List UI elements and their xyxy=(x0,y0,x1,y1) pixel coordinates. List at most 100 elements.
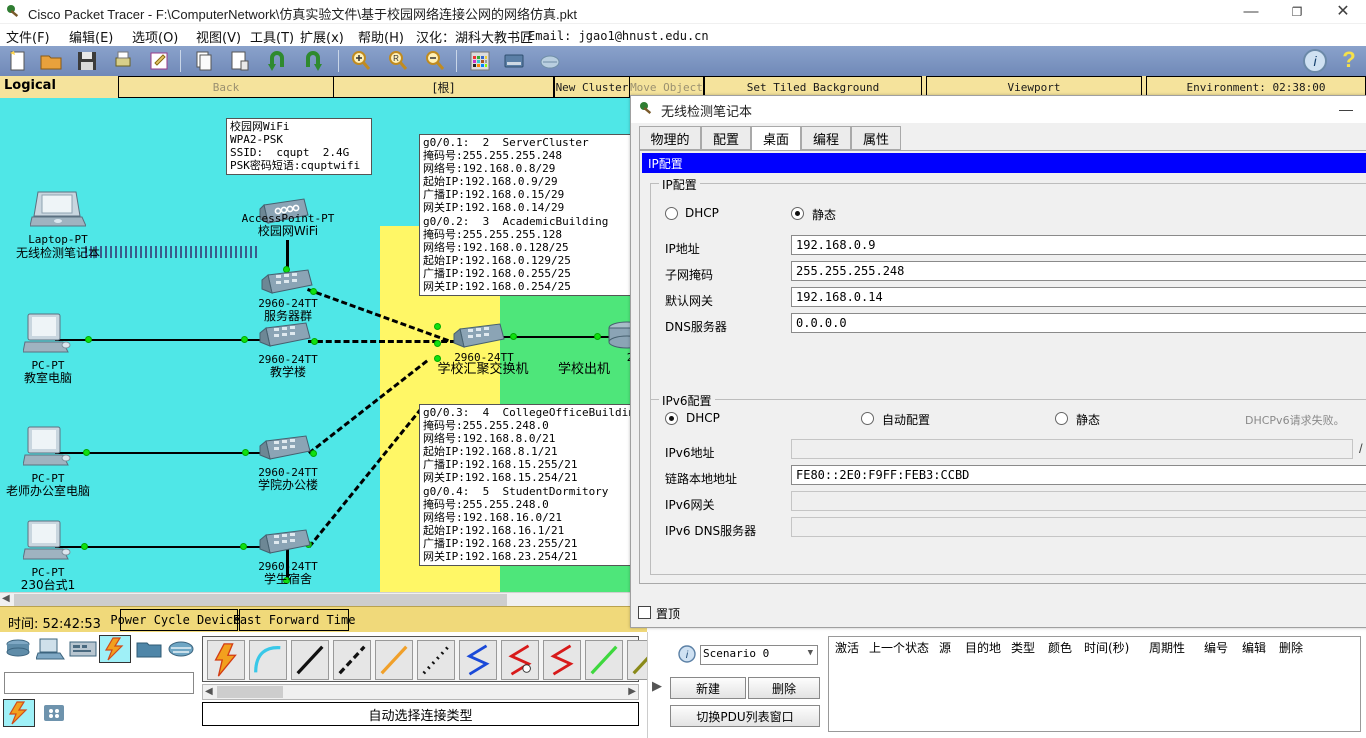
edit-note-icon[interactable] xyxy=(147,49,171,73)
pc-teacher-office[interactable] xyxy=(23,425,71,471)
help-icon[interactable]: ? xyxy=(1338,49,1360,73)
info-icon[interactable]: i xyxy=(1302,48,1328,74)
new-cluster-button[interactable]: New Cluster xyxy=(554,76,630,98)
open-folder-icon[interactable] xyxy=(39,49,63,73)
scroll-left-arrow-icon[interactable]: ◀ xyxy=(205,686,213,697)
menu-item-file[interactable]: 文件(F) xyxy=(6,27,50,46)
menu-item-edit[interactable]: 编辑(E) xyxy=(69,27,113,46)
dialog-minimize-button[interactable]: — xyxy=(1331,98,1361,120)
connections-grid-icon[interactable] xyxy=(42,702,66,724)
ip-address-label: IP地址 xyxy=(665,242,700,256)
logical-canvas[interactable]: Laptop-PT 无线检测笔记本 AccessPoint-PT 校园网WiFi… xyxy=(0,98,633,592)
paste-icon[interactable] xyxy=(228,49,252,73)
switch-college-office[interactable] xyxy=(258,435,312,465)
scroll-thumb[interactable] xyxy=(14,594,507,606)
delete-scenario-button[interactable]: 删除 xyxy=(748,677,820,699)
zoom-in-icon[interactable] xyxy=(349,49,373,73)
ipv6-static-radio[interactable] xyxy=(1055,412,1068,425)
power-cycle-devices-button[interactable]: Power Cycle Devices xyxy=(110,609,248,631)
custom-device-icon[interactable] xyxy=(502,49,526,73)
dns-server-input[interactable]: 0.0.0.0 xyxy=(791,313,1366,333)
copy-icon[interactable] xyxy=(192,49,216,73)
pc-dorm-230[interactable] xyxy=(23,519,71,565)
scroll-left-arrow-icon[interactable]: ◀ xyxy=(2,593,10,604)
zoom-reset-icon[interactable]: R xyxy=(386,49,410,73)
switch-academic-building[interactable] xyxy=(258,322,312,352)
ipv4-static-radio[interactable] xyxy=(791,207,804,220)
toggle-pdu-list-button[interactable]: 切换PDU列表窗口 xyxy=(670,705,820,727)
link-local-address-input[interactable]: FE80::2E0:F9FF:FEB3:CCBD xyxy=(791,465,1366,485)
phone-icon[interactable] xyxy=(417,640,455,680)
tab-desktop[interactable]: 桌面 xyxy=(751,126,801,151)
serial-dce-icon[interactable] xyxy=(501,640,539,680)
connection-scrollbar[interactable]: ◀ ▶ xyxy=(202,684,639,700)
subnet-mask-input[interactable]: 255.255.255.248 xyxy=(791,261,1366,281)
switch-server-cluster[interactable] xyxy=(260,269,314,299)
connections-auto-icon[interactable] xyxy=(3,699,35,727)
palette-icon[interactable] xyxy=(468,49,492,73)
zoom-out-icon[interactable] xyxy=(423,49,447,73)
serial-dte-icon[interactable] xyxy=(543,640,581,680)
cloud-icon[interactable] xyxy=(538,49,562,73)
scroll-thumb[interactable] xyxy=(217,686,283,698)
tab-attributes[interactable]: 属性 xyxy=(851,126,901,150)
ipv6-dns-server-input[interactable] xyxy=(791,517,1366,537)
canvas-horizontal-scrollbar[interactable]: ◀ xyxy=(0,592,647,606)
misc-icon[interactable] xyxy=(134,636,164,662)
always-on-top-row[interactable]: 置顶 xyxy=(638,605,838,623)
ip-address-input[interactable]: 192.168.0.9 xyxy=(791,235,1366,255)
always-on-top-checkbox[interactable] xyxy=(638,606,651,619)
save-icon[interactable] xyxy=(75,49,99,73)
coaxial-icon[interactable] xyxy=(459,640,497,680)
scenario-select[interactable]: Scenario 0 ▼ xyxy=(700,645,818,665)
device-config-dialog[interactable]: 无线检测笔记本 — 物理的 配置 桌面 编程 属性 IP配置 IP配置 DHCP… xyxy=(630,95,1366,628)
minimize-button[interactable]: — xyxy=(1228,0,1274,24)
end-devices-icon[interactable] xyxy=(36,636,66,662)
switch-student-dorm[interactable] xyxy=(258,529,312,559)
ipv6-gateway-input[interactable] xyxy=(791,491,1366,511)
copper-crossover-icon[interactable] xyxy=(333,640,371,680)
ipv6-auto-radio[interactable] xyxy=(861,412,874,425)
console-cable-icon[interactable] xyxy=(249,640,287,680)
ipv6-dhcp-radio[interactable] xyxy=(665,412,678,425)
back-button[interactable]: Back xyxy=(118,76,334,98)
auto-connect-icon[interactable] xyxy=(207,640,245,680)
device-search-input[interactable] xyxy=(4,672,194,694)
maximize-button[interactable]: ❐ xyxy=(1274,0,1320,24)
print-icon[interactable] xyxy=(111,49,135,73)
menu-item-help[interactable]: 帮助(H) xyxy=(358,27,404,46)
tab-config[interactable]: 配置 xyxy=(701,126,751,150)
ieee1394-icon[interactable] xyxy=(627,640,649,680)
menu-item-view[interactable]: 视图(V) xyxy=(196,27,241,46)
network-devices-icon[interactable] xyxy=(4,636,34,662)
tab-physical[interactable]: 物理的 xyxy=(639,126,701,150)
undo-icon[interactable] xyxy=(266,49,290,73)
pdu-list-table[interactable]: 激活 上一个状态 源 目的地 类型 颜色 时间(秒) 周期性 编号 编辑 删除 xyxy=(828,636,1361,732)
tab-programming[interactable]: 编程 xyxy=(801,126,851,150)
panel-expand-arrow-icon[interactable]: ▶ xyxy=(652,678,662,694)
ipv6-address-input[interactable] xyxy=(791,439,1353,459)
copper-straight-icon[interactable] xyxy=(291,640,329,680)
menu-item-extensions[interactable]: 扩展(x) xyxy=(300,27,344,46)
pc-classroom[interactable] xyxy=(23,312,71,358)
new-file-icon[interactable] xyxy=(6,49,30,73)
components-icon[interactable] xyxy=(68,636,98,662)
ipv6-group-title: IPv6配置 xyxy=(659,392,715,409)
root-cluster-button[interactable]: [根] xyxy=(334,76,554,98)
ipv4-dhcp-radio[interactable] xyxy=(665,207,678,220)
close-button[interactable]: ✕ xyxy=(1320,0,1366,24)
default-gateway-input[interactable]: 192.168.0.14 xyxy=(791,287,1366,307)
laptop-wireless-tester[interactable] xyxy=(30,188,86,232)
menu-item-tools[interactable]: 工具(T) xyxy=(250,27,294,46)
connections-icon[interactable] xyxy=(99,635,131,663)
menu-item-options[interactable]: 选项(O) xyxy=(132,27,178,46)
router-school-gateway[interactable] xyxy=(605,320,633,352)
new-scenario-button[interactable]: 新建 xyxy=(670,677,746,699)
multiuser-icon[interactable] xyxy=(166,636,196,662)
switch-core[interactable] xyxy=(452,323,506,353)
redo-icon[interactable] xyxy=(300,49,324,73)
octal-icon[interactable] xyxy=(585,640,623,680)
fast-forward-time-button[interactable]: Fast Forward Time xyxy=(233,609,355,631)
scroll-right-arrow-icon[interactable]: ▶ xyxy=(628,686,636,697)
fiber-icon[interactable] xyxy=(375,640,413,680)
